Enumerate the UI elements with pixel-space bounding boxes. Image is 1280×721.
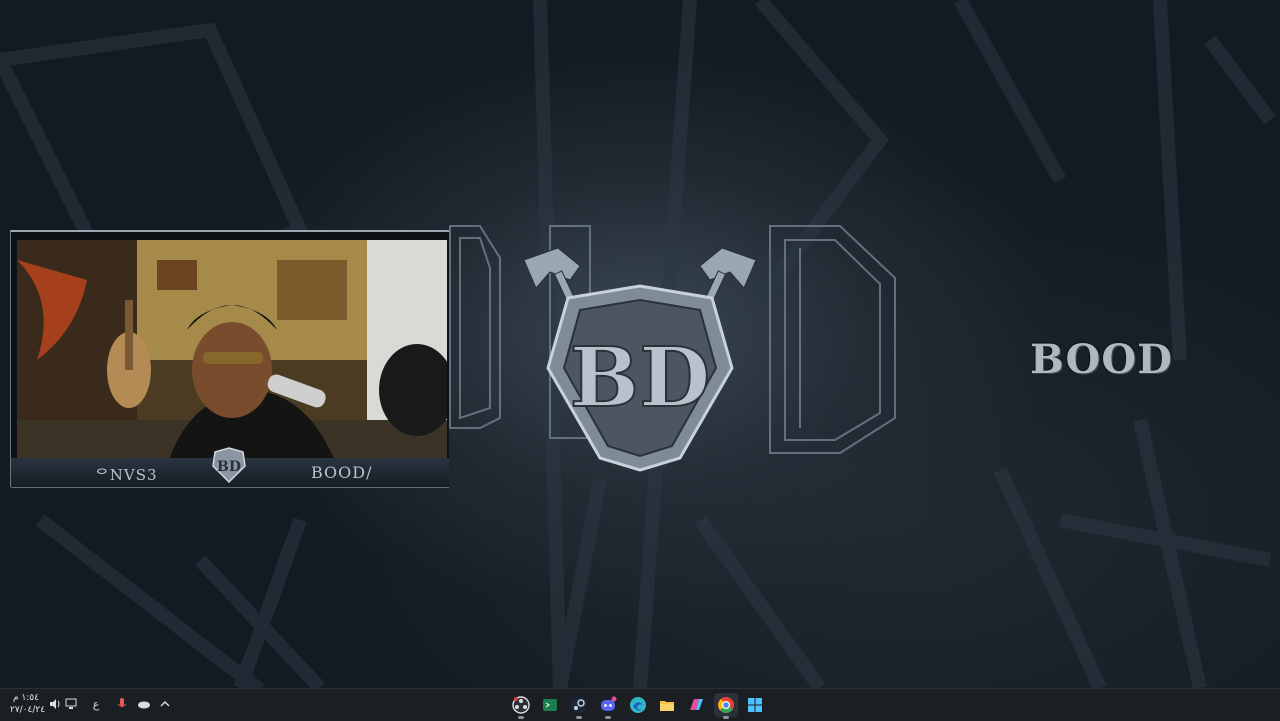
chrome-icon[interactable] — [714, 693, 738, 719]
running-indicator — [576, 716, 582, 719]
start-icon[interactable] — [743, 693, 767, 717]
file-explorer-icon[interactable] — [655, 693, 679, 717]
webcam-overlay: ᄋNVS3 BD BOOD/ — [10, 230, 449, 488]
network-icon[interactable] — [63, 696, 79, 712]
svg-text:BD: BD — [570, 330, 710, 426]
channel-name: BOOD/ — [311, 463, 373, 482]
webcam-scene — [17, 240, 447, 466]
microphone-icon[interactable] — [114, 696, 130, 712]
chevron-up-icon[interactable] — [157, 696, 173, 712]
edge-icon[interactable] — [626, 693, 650, 717]
copilot-icon[interactable] — [684, 693, 708, 717]
clock-time: ١:٥٤ م — [13, 693, 39, 703]
steam-icon[interactable] — [567, 693, 591, 719]
clock[interactable]: ١:٥٤ م ٢٧/٠٤/٢٤ — [10, 692, 46, 716]
clock-date: ٢٧/٠٤/٢٤ — [10, 705, 46, 715]
running-indicator — [723, 716, 729, 719]
taskbar: ١:٥٤ م ٢٧/٠٤/٢٤ ع — [0, 688, 1280, 721]
language-indicator[interactable]: ع — [88, 696, 104, 712]
webcam-footer-bar: ᄋNVS3 BD BOOD/ — [11, 447, 449, 488]
bood-logo-emblem: BD — [449, 225, 896, 472]
social-handle: ᄋNVS3 — [95, 466, 158, 484]
mini-logo-initials: BD — [217, 459, 241, 475]
speaker-icon[interactable] — [47, 696, 63, 712]
brand-text: BOOD — [1030, 336, 1173, 383]
running-indicator — [605, 716, 611, 719]
terminal-icon[interactable] — [538, 693, 562, 717]
discord-icon[interactable] — [596, 693, 620, 719]
running-indicator — [518, 716, 524, 719]
webcam-video — [17, 240, 447, 466]
onedrive-icon[interactable] — [136, 696, 152, 712]
bood-mini-logo-icon: BD — [212, 447, 246, 484]
obs-studio-icon[interactable] — [509, 693, 533, 719]
